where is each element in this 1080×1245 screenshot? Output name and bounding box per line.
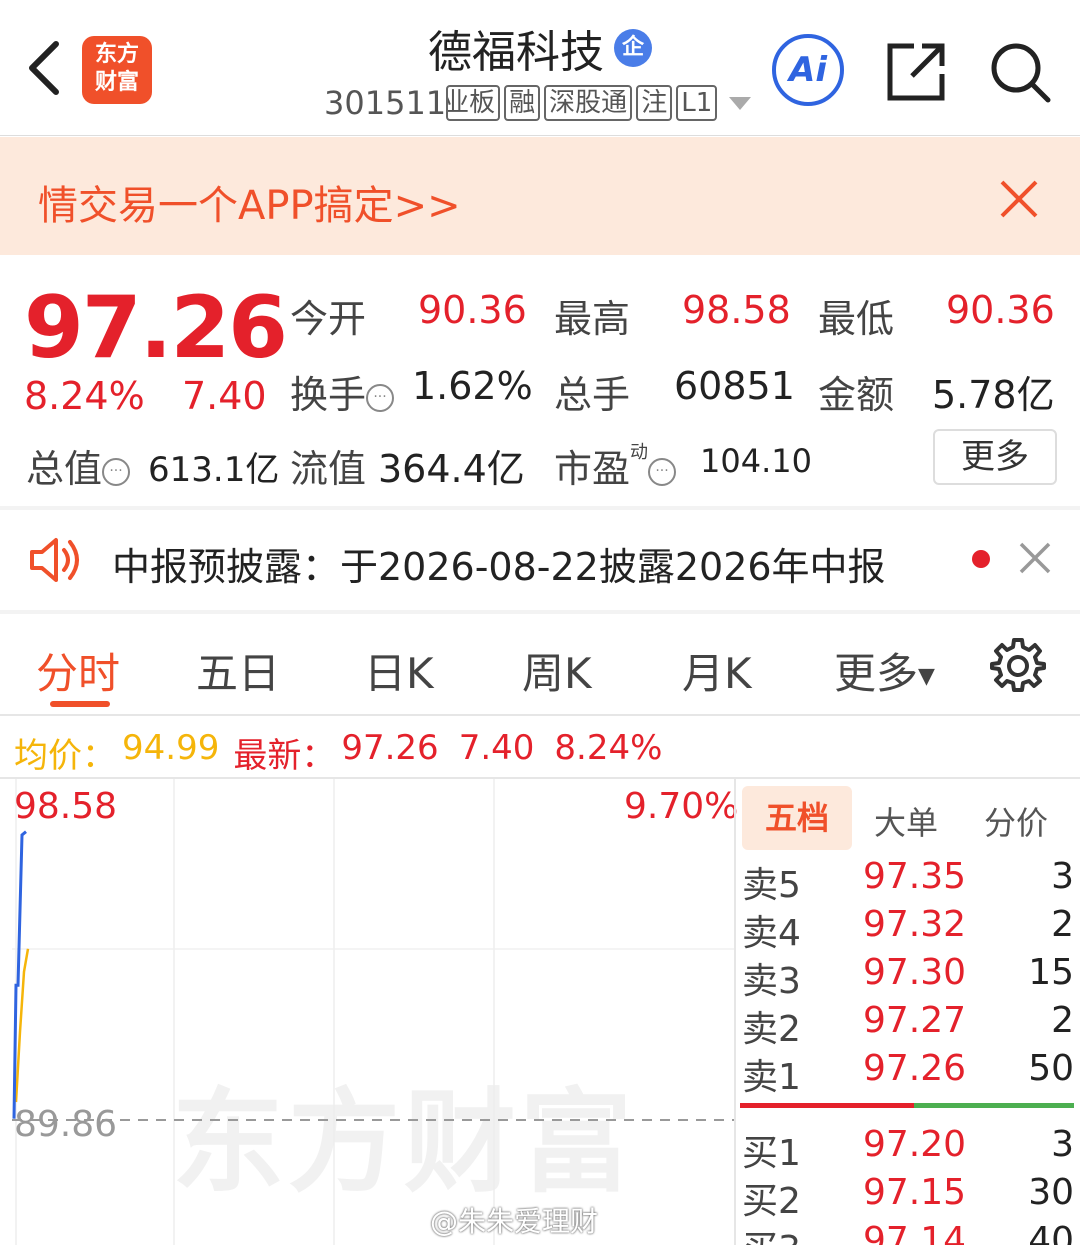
tab-active-indicator — [50, 701, 110, 707]
tag-connect: 深股通 — [544, 85, 633, 121]
high-label: 最高 — [554, 297, 631, 341]
chart-high-label: 98.58 — [14, 786, 118, 827]
info-icon: ··· — [102, 457, 131, 486]
amount-value: 5.78亿 — [932, 373, 1055, 417]
turnover-label[interactable]: 换手 ··· — [290, 364, 395, 419]
enterprise-badge: 企 — [614, 29, 652, 67]
current-price: 97.26 — [24, 278, 288, 378]
bid-row[interactable]: 买2 97.15 30 — [742, 1172, 1074, 1222]
ask-row[interactable]: 卖5 97.35 3 — [742, 856, 1074, 906]
bid-row[interactable]: 买1 97.20 3 — [742, 1124, 1074, 1174]
more-quote-button[interactable]: 更多 — [933, 429, 1057, 485]
tab-more[interactable]: 更多▼ — [834, 640, 935, 701]
divider — [734, 779, 736, 1245]
turnover-value: 1.62% — [412, 364, 533, 408]
pe-value: 104.10 — [700, 442, 812, 480]
market-cap-value: 613.1亿 — [148, 450, 280, 490]
close-icon[interactable] — [1018, 541, 1052, 575]
ask-row[interactable]: 卖2 97.27 2 — [742, 1000, 1074, 1050]
high-value: 98.58 — [682, 288, 791, 332]
tab-five-day[interactable]: 五日 — [196, 640, 280, 701]
float-cap-label: 流值 — [290, 447, 367, 491]
pe-label[interactable]: 市盈动··· — [554, 438, 677, 493]
chart-base-label: 89.86 — [14, 1104, 118, 1145]
speaker-icon — [30, 538, 79, 582]
latest-value: 97.26 — [341, 728, 439, 768]
latest-change: 7.40 — [458, 728, 535, 768]
latest-pct: 8.24% — [554, 728, 663, 768]
ai-assistant-button[interactable]: Ai — [772, 34, 844, 106]
info-icon: ··· — [366, 383, 395, 412]
tab-daily-k[interactable]: 日K — [364, 640, 434, 701]
stock-code: 301511 — [324, 84, 447, 122]
tag-margin: 融 — [504, 85, 541, 121]
change-percent: 8.24% — [24, 374, 145, 418]
volume-label: 总手 — [554, 373, 631, 417]
gear-icon[interactable] — [990, 636, 1046, 692]
caret-down-icon: ▼ — [918, 664, 935, 689]
tag-registration: 注 — [636, 85, 673, 121]
back-arrow-icon[interactable] — [20, 36, 70, 100]
low-value: 90.36 — [946, 288, 1055, 332]
open-label: 今开 — [290, 297, 367, 341]
avg-price-value: 94.99 — [122, 728, 220, 768]
close-icon[interactable] — [996, 176, 1042, 222]
chart-grid — [12, 779, 734, 1245]
stock-code-row[interactable]: 301511 创业板 融 深股通 注 L1 — [324, 84, 752, 122]
info-icon: ··· — [648, 457, 677, 486]
ask-row[interactable]: 卖3 97.30 15 — [742, 952, 1074, 1002]
app-logo[interactable]: 东方 财富 — [82, 36, 152, 104]
ask-row[interactable]: 卖1 97.26 50 — [742, 1048, 1074, 1098]
avg-price-label: 均价： — [14, 736, 116, 776]
search-icon[interactable] — [988, 40, 1052, 104]
banner-text: 情交易一个APP搞定>> — [38, 183, 461, 229]
tab-large-orders[interactable]: 大单 — [874, 798, 938, 844]
chevron-down-icon — [729, 96, 752, 110]
share-icon[interactable] — [886, 40, 948, 102]
buy-sell-ratio-bar-sell — [740, 1103, 914, 1108]
chart-summary-row: 均价： 94.99 最新： 97.26 7.40 8.24% — [14, 728, 662, 777]
tag-level: L1 — [676, 85, 718, 121]
tab-price-distribution[interactable]: 分价 — [984, 798, 1048, 844]
tab-order-book[interactable]: 五档 — [742, 786, 852, 850]
notice-text[interactable]: 中报预披露：于2026-08-22披露2026年中报 — [112, 536, 886, 591]
change-amount: 7.40 — [182, 374, 267, 418]
stock-name: 德福科技 — [428, 27, 604, 78]
ask-row[interactable]: 卖4 97.32 2 — [742, 904, 1074, 954]
latest-label: 最新： — [233, 736, 336, 776]
tab-weekly-k[interactable]: 周K — [522, 640, 592, 701]
float-cap-value: 364.4亿 — [378, 447, 525, 491]
buy-sell-ratio-bar-buy — [914, 1103, 1074, 1108]
unread-dot — [972, 550, 990, 568]
divider — [0, 506, 1080, 510]
tag-board: 创业板 — [446, 85, 501, 121]
amount-label: 金额 — [818, 373, 895, 417]
intraday-chart[interactable] — [12, 779, 734, 1245]
low-label: 最低 — [818, 297, 895, 341]
promo-banner[interactable]: 情交易一个APP搞定>> — [0, 137, 1080, 255]
market-cap-label[interactable]: 总值 ··· — [26, 438, 131, 493]
bid-row[interactable]: 买3 97.14 40 — [742, 1220, 1074, 1245]
open-value: 90.36 — [418, 288, 527, 332]
tab-intraday[interactable]: 分时 — [36, 640, 120, 701]
header: 东方 财富 德福科技 企 301511 创业板 融 深股通 注 L1 Ai — [0, 0, 1080, 136]
volume-value: 60851 — [674, 364, 795, 408]
divider — [0, 610, 1080, 614]
divider — [0, 714, 1080, 716]
source-watermark: @朱朱爱理财 — [430, 1205, 599, 1238]
chart-pct-label: 9.70% — [624, 786, 739, 827]
tab-monthly-k[interactable]: 月K — [682, 640, 752, 701]
